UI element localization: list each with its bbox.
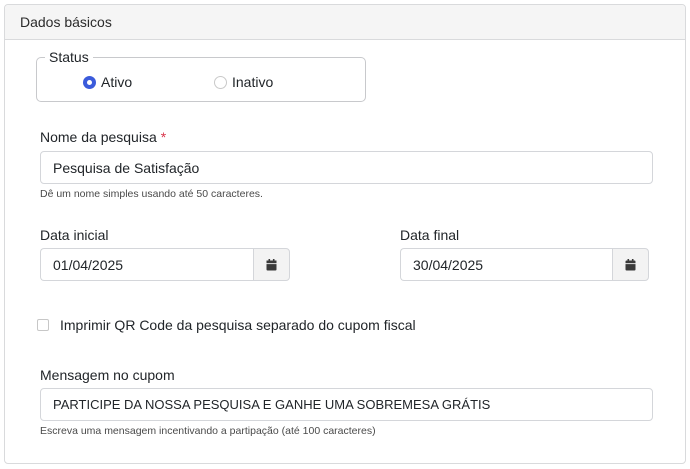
survey-name-label-text: Nome da pesquisa	[40, 129, 157, 145]
start-date-input[interactable]: 01/04/2025	[40, 248, 253, 281]
coupon-message-label: Mensagem no cupom	[40, 367, 175, 383]
print-qr-checkbox[interactable]	[37, 319, 49, 331]
survey-name-help: Dê um nome simples usando até 50 caracte…	[40, 188, 263, 200]
coupon-message-input[interactable]: PARTICIPE DA NOSSA PESQUISA E GANHE UMA …	[40, 388, 653, 421]
end-date-input[interactable]: 30/04/2025	[400, 248, 612, 281]
start-date-label: Data inicial	[40, 227, 109, 243]
status-radio-inactive-label: Inativo	[232, 74, 274, 90]
start-date-group: 01/04/2025	[40, 248, 290, 281]
status-radio-active[interactable]: Ativo	[83, 74, 132, 90]
end-date-group: 30/04/2025	[400, 248, 649, 281]
survey-name-input[interactable]: Pesquisa de Satisfação	[40, 151, 653, 184]
required-mark: *	[160, 129, 167, 145]
radio-unselected-icon	[214, 75, 227, 89]
calendar-icon	[266, 258, 277, 270]
coupon-message-help: Escreva uma mensagem incentivando a part…	[40, 425, 376, 437]
calendar-icon	[625, 258, 636, 270]
radio-selected-icon	[83, 75, 96, 89]
start-date-calendar-button[interactable]	[253, 248, 290, 281]
end-date-label: Data final	[400, 227, 460, 243]
panel-title: Dados básicos	[20, 14, 112, 30]
panel-header: Dados básicos	[5, 5, 685, 40]
print-qr-row[interactable]: Imprimir QR Code da pesquisa separado do…	[37, 317, 416, 333]
status-radio-active-label: Ativo	[101, 74, 133, 90]
status-legend: Status	[45, 49, 93, 65]
print-qr-label: Imprimir QR Code da pesquisa separado do…	[60, 317, 416, 333]
survey-name-label: Nome da pesquisa *	[40, 129, 166, 145]
status-fieldset: Status Ativo Inativo	[36, 49, 366, 102]
end-date-calendar-button[interactable]	[612, 248, 649, 281]
status-radio-inactive[interactable]: Inativo	[214, 74, 273, 90]
